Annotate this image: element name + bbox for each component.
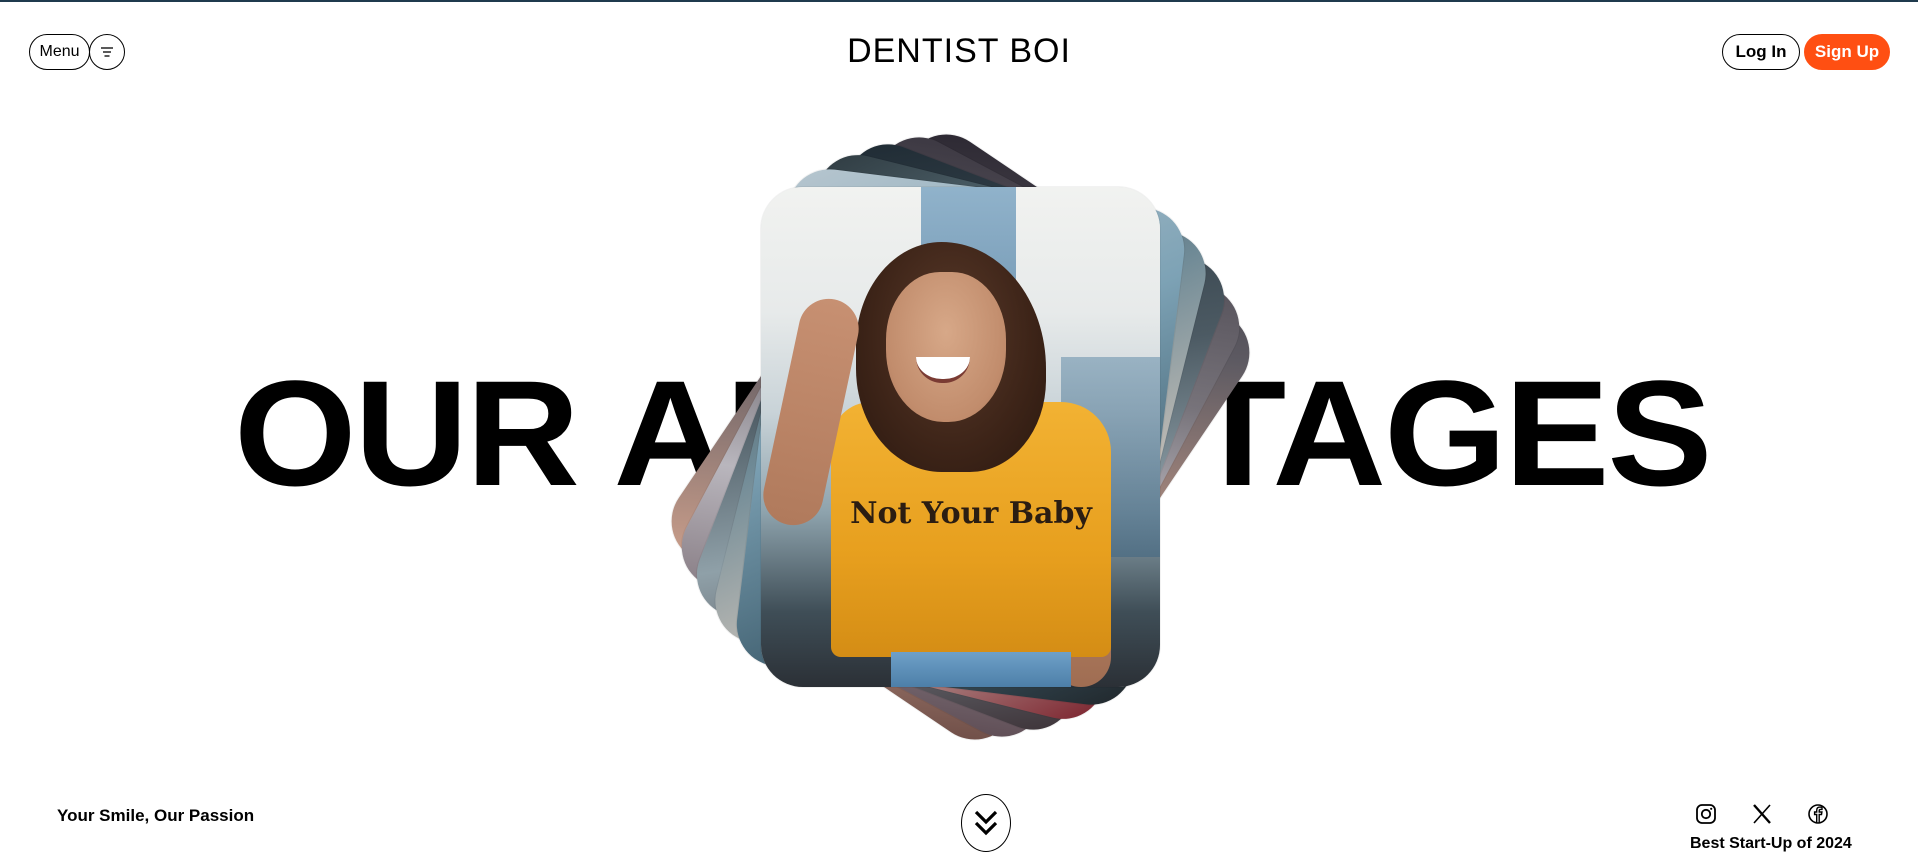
double-chevron-down-icon	[974, 810, 998, 836]
x-icon	[1753, 804, 1771, 824]
top-border	[0, 0, 1918, 2]
scroll-down-button[interactable]	[961, 794, 1011, 852]
site-logo[interactable]: DENTIST BOI	[0, 32, 1918, 71]
login-button[interactable]: Log In	[1722, 34, 1800, 70]
signup-button-label: Sign Up	[1814, 42, 1880, 61]
instagram-icon	[1696, 804, 1716, 824]
photo-jeans	[891, 652, 1071, 687]
photo-card-stack[interactable]: Not Your Baby	[655, 118, 1266, 756]
instagram-link[interactable]	[1694, 802, 1718, 826]
featured-photo-card[interactable]: Not Your Baby	[761, 187, 1160, 687]
shirt-text: Not Your Baby	[850, 496, 1092, 531]
facebook-icon	[1808, 804, 1828, 824]
landing-page: Menu DENTIST BOI Log In Sign Up OUR AD T…	[0, 0, 1918, 866]
x-link[interactable]	[1750, 802, 1774, 826]
headline-right: TAGES	[1190, 349, 1712, 517]
login-button-label: Log In	[1735, 42, 1787, 61]
signup-button[interactable]: Sign Up	[1804, 34, 1890, 70]
photo-face	[886, 272, 1006, 422]
tagline: Your Smile, Our Passion	[57, 806, 255, 825]
award-text: Best Start-Up of 2024	[1690, 835, 1852, 852]
facebook-link[interactable]	[1806, 802, 1830, 826]
